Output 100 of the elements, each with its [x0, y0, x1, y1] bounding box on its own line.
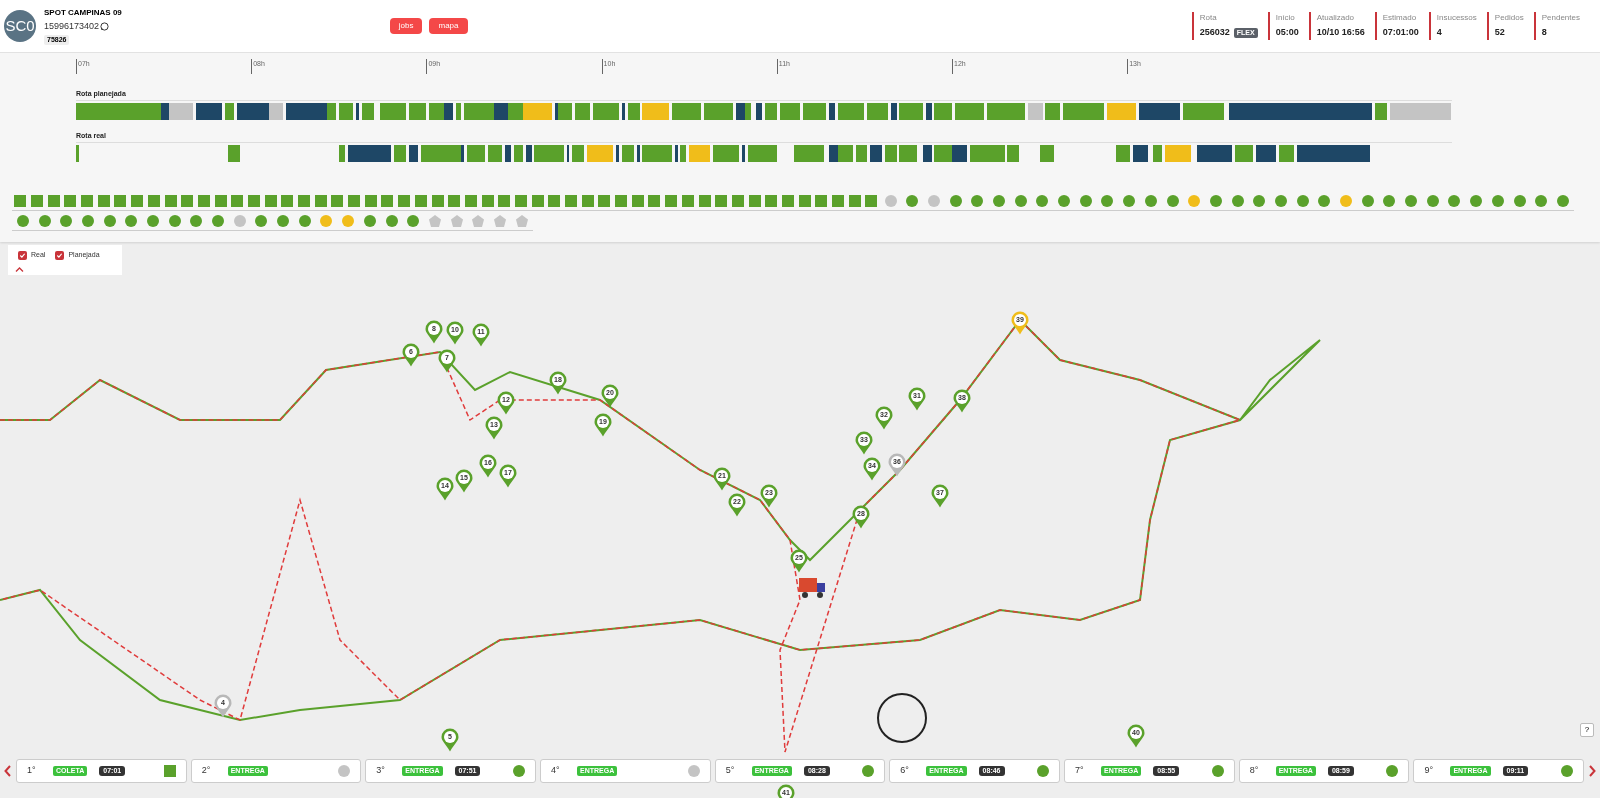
- stop-square[interactable]: [47, 195, 60, 207]
- stop-square[interactable]: [147, 195, 160, 207]
- timeline-segment[interactable]: [616, 145, 620, 162]
- timeline-segment[interactable]: [636, 145, 640, 162]
- timeline-segment[interactable]: [1255, 145, 1277, 162]
- stat-label: Atualizado: [1316, 12, 1356, 25]
- stop-square[interactable]: [281, 195, 294, 207]
- timeline-segment[interactable]: [922, 145, 932, 162]
- timeline-segment[interactable]: [461, 145, 465, 162]
- stop-square[interactable]: [81, 195, 94, 207]
- stop-square[interactable]: [131, 195, 144, 207]
- stop-square[interactable]: [731, 195, 744, 207]
- stop-square[interactable]: [314, 195, 327, 207]
- legend-checkbox[interactable]: [18, 250, 27, 260]
- pentagon-icon[interactable]: [515, 215, 528, 227]
- stop-square[interactable]: [781, 195, 794, 207]
- timeline-segment[interactable]: [408, 145, 418, 162]
- stop-square[interactable]: [715, 195, 728, 207]
- stat-label: Início: [1275, 12, 1296, 25]
- timeline-segment[interactable]: [735, 103, 745, 120]
- stop-square[interactable]: [498, 195, 511, 207]
- stop-square[interactable]: [481, 195, 494, 207]
- timeline-segment[interactable]: [347, 145, 392, 162]
- stop-square[interactable]: [681, 195, 694, 207]
- stop-square[interactable]: [97, 195, 110, 207]
- stop-square[interactable]: [214, 195, 227, 207]
- stop-square[interactable]: [815, 195, 828, 207]
- stop-square[interactable]: [748, 195, 761, 207]
- timeline-segment[interactable]: [195, 103, 222, 120]
- stop-square[interactable]: [631, 195, 644, 207]
- stop-square[interactable]: [14, 195, 27, 207]
- stop-square[interactable]: [581, 195, 594, 207]
- stop-square[interactable]: [331, 195, 344, 207]
- stop-square[interactable]: [231, 195, 244, 207]
- stop-square[interactable]: [264, 195, 277, 207]
- stop-square[interactable]: [164, 195, 177, 207]
- stop-square[interactable]: [464, 195, 477, 207]
- stop-square[interactable]: [798, 195, 811, 207]
- stop-square[interactable]: [615, 195, 628, 207]
- stop-square[interactable]: [414, 195, 427, 207]
- timeline-segment[interactable]: [356, 103, 360, 120]
- stop-square[interactable]: [398, 195, 411, 207]
- stop-square[interactable]: [114, 195, 127, 207]
- stop-square[interactable]: [598, 195, 611, 207]
- pentagon-icon[interactable]: [428, 215, 441, 227]
- stop-square[interactable]: [381, 195, 394, 207]
- timeline-segment[interactable]: [160, 103, 170, 120]
- stop-square[interactable]: [531, 195, 544, 207]
- stop-square[interactable]: [514, 195, 527, 207]
- stop-square[interactable]: [448, 195, 461, 207]
- stop-square[interactable]: [431, 195, 444, 207]
- nav-button[interactable]: jobs: [389, 18, 423, 34]
- stop-square[interactable]: [31, 195, 44, 207]
- pentagon-icon[interactable]: [472, 215, 485, 227]
- timeline-segment[interactable]: [236, 103, 269, 120]
- stop-square[interactable]: [298, 195, 311, 207]
- stat-label: Insucessos: [1436, 12, 1477, 25]
- timeline-segment[interactable]: [756, 103, 763, 120]
- pentagon-icon[interactable]: [450, 215, 463, 227]
- stop-square[interactable]: [548, 195, 561, 207]
- stop-square[interactable]: [64, 195, 77, 207]
- stat-label: Rota: [1199, 12, 1218, 25]
- timeline-segment[interactable]: [566, 145, 570, 162]
- legend-checkbox[interactable]: [55, 250, 65, 260]
- stop-position: 9°: [1424, 764, 1434, 778]
- stop-square[interactable]: [181, 195, 194, 207]
- timeline-segment[interactable]: [925, 103, 932, 120]
- timeline-segment[interactable]: [525, 145, 532, 162]
- timeline-segment[interactable]: [890, 103, 897, 120]
- stop-square[interactable]: [832, 195, 845, 207]
- stop-square[interactable]: [698, 195, 711, 207]
- stop-square[interactable]: [865, 195, 878, 207]
- stop-position: 4°: [551, 764, 561, 778]
- stop-square[interactable]: [848, 195, 861, 207]
- stop-square[interactable]: [197, 195, 210, 207]
- nav-button[interactable]: mapa: [429, 18, 468, 34]
- stop-square[interactable]: [765, 195, 778, 207]
- whatsapp-icon[interactable]: [100, 22, 110, 32]
- delivery-truck-icon: [797, 576, 827, 600]
- timeline-segment[interactable]: [1197, 145, 1233, 162]
- stop-square[interactable]: [665, 195, 678, 207]
- stop-square[interactable]: [163, 765, 176, 777]
- pentagon-icon[interactable]: [493, 215, 506, 227]
- stat-value: 05:00: [1275, 26, 1299, 40]
- stop-square[interactable]: [348, 195, 361, 207]
- timeline-segment[interactable]: [1138, 103, 1180, 120]
- timeline-segment[interactable]: [741, 145, 745, 162]
- timeline-segment[interactable]: [829, 103, 836, 120]
- stop-square[interactable]: [364, 195, 377, 207]
- stat-value: 256032: [1199, 26, 1230, 40]
- stop-square[interactable]: [648, 195, 661, 207]
- collapse-caret-icon[interactable]: [15, 266, 24, 272]
- stop-position: 6°: [900, 764, 910, 778]
- stat-value: 52: [1494, 26, 1505, 40]
- stop-square[interactable]: [247, 195, 260, 207]
- help-button[interactable]: ?: [1580, 723, 1594, 737]
- stop-square[interactable]: [565, 195, 578, 207]
- timeline-segment[interactable]: [554, 103, 558, 120]
- timeline-segment[interactable]: [505, 145, 512, 162]
- timeline-segment[interactable]: [674, 145, 678, 162]
